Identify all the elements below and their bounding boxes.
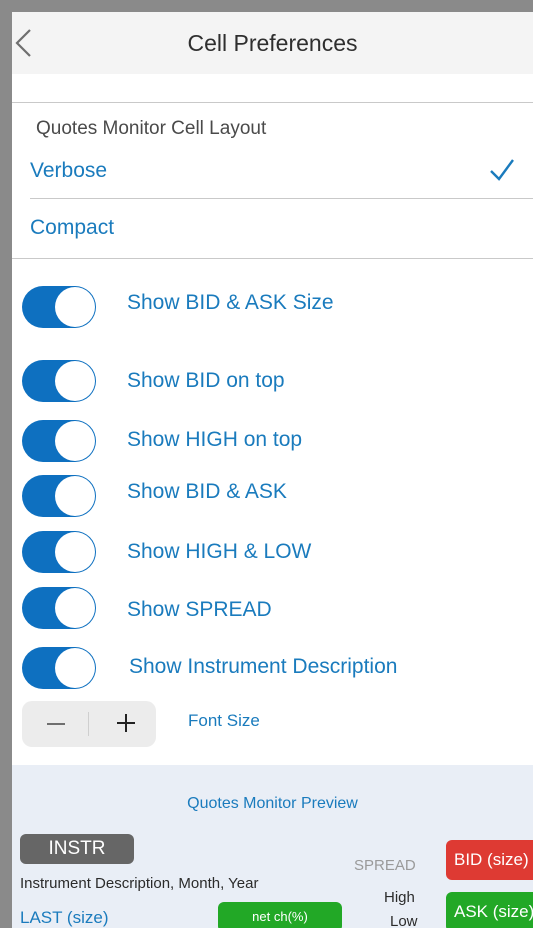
high-label: High (384, 889, 415, 906)
last-price-label: LAST (size) (20, 908, 109, 927)
decrease-font-button[interactable] (38, 707, 74, 745)
toggle-knob (55, 476, 95, 516)
toggle-label: Show Instrument Description (129, 655, 398, 678)
toggle-knob (55, 361, 95, 401)
toggle-knob (55, 648, 95, 688)
checkmark-icon (488, 156, 516, 191)
divider (12, 258, 533, 259)
section-header-cell-layout: Quotes Monitor Cell Layout (36, 118, 267, 139)
page-title: Cell Preferences (187, 30, 358, 56)
option-verbose[interactable]: Verbose (30, 159, 107, 183)
toggle-knob (55, 532, 95, 572)
toggle-bid-ask-size[interactable] (22, 286, 96, 328)
net-change-badge: net ch(%) (218, 902, 342, 928)
instr-badge: INSTR (20, 834, 134, 864)
toggle-label: Show SPREAD (127, 598, 272, 621)
toggle-spread[interactable] (22, 587, 96, 629)
toggle-label: Show HIGH & LOW (127, 540, 312, 563)
font-size-label: Font Size (188, 711, 260, 730)
toggle-knob (55, 287, 95, 327)
divider (30, 198, 533, 199)
toggle-bid-ask[interactable] (22, 475, 96, 517)
stepper-divider (88, 712, 89, 736)
option-compact[interactable]: Compact (30, 216, 114, 240)
increase-font-button[interactable] (108, 706, 144, 744)
bid-badge: BID (size) (446, 840, 533, 880)
quotes-monitor-preview: Quotes Monitor Preview INSTR Instrument … (12, 765, 533, 928)
divider (12, 102, 533, 103)
instrument-description: Instrument Description, Month, Year (20, 875, 259, 892)
toggle-high-low[interactable] (22, 531, 96, 573)
toggle-instrument-description[interactable] (22, 647, 96, 689)
screen: Cell Preferences Quotes Monitor Cell Lay… (12, 12, 533, 928)
nav-bar: Cell Preferences (12, 12, 533, 74)
toggle-label: Show BID & ASK Size (127, 291, 334, 314)
preview-title: Quotes Monitor Preview (187, 795, 358, 812)
font-size-stepper (22, 701, 156, 747)
low-label: Low (390, 913, 418, 928)
spread-label: SPREAD (354, 857, 416, 874)
toggle-bid-on-top[interactable] (22, 360, 96, 402)
toggle-knob (55, 588, 95, 628)
toggle-label: Show HIGH on top (127, 428, 303, 451)
toggle-label: Show BID on top (127, 369, 285, 392)
ask-badge: ASK (size) (446, 892, 533, 928)
toggle-high-on-top[interactable] (22, 420, 96, 462)
toggle-label: Show BID & ASK (127, 480, 287, 503)
toggle-knob (55, 421, 95, 461)
